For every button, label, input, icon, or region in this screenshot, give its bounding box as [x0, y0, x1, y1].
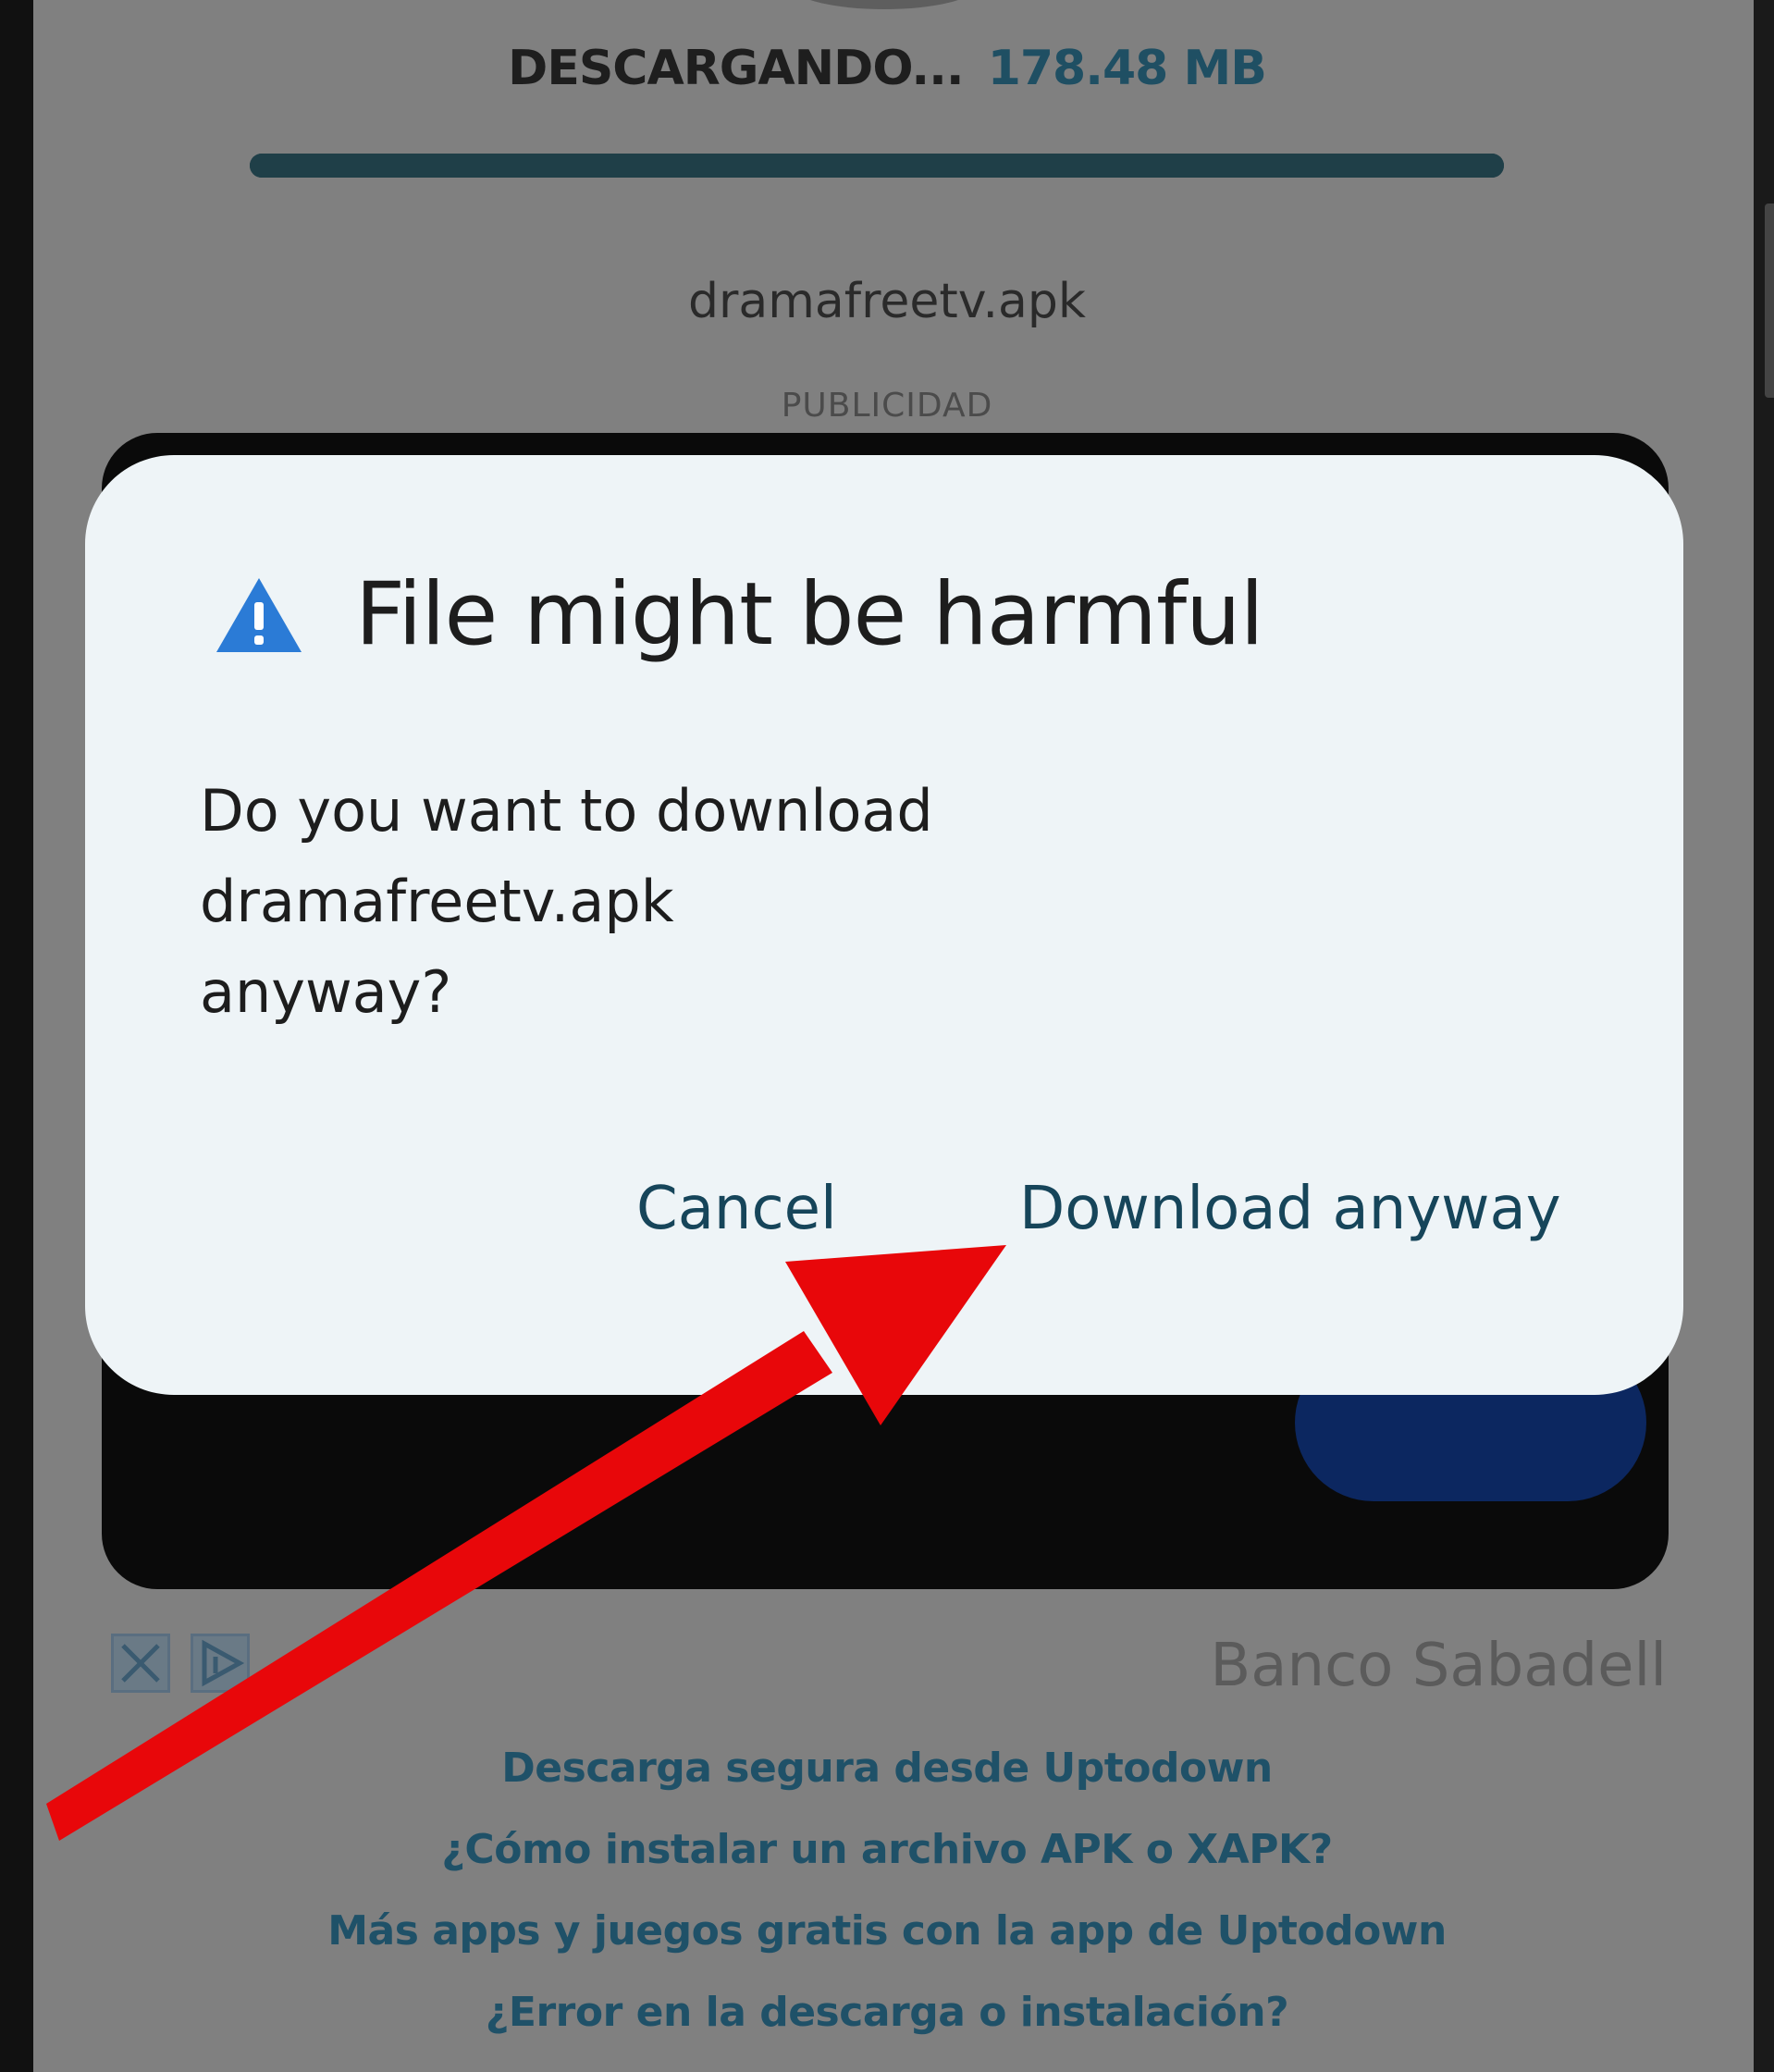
harmful-file-dialog: File might be harmful Do you want to dow…: [85, 455, 1683, 1395]
dialog-message: Do you want to download dramafreetv.apk …: [200, 766, 1125, 1038]
camera-notch: [792, 0, 977, 9]
cancel-button[interactable]: Cancel: [636, 1175, 837, 1243]
ad-brand: Banco Sabadell: [1210, 1632, 1667, 1700]
help-link-safe-download[interactable]: Descarga segura desde Uptodown: [0, 1728, 1774, 1809]
dialog-message-line: dramafreetv.apk: [200, 868, 674, 935]
adchoices-icon[interactable]: [191, 1634, 250, 1693]
download-progress-bar: [250, 154, 1504, 178]
download-anyway-button[interactable]: Download anyway: [1019, 1175, 1561, 1243]
dialog-message-line: Do you want to download: [200, 777, 933, 845]
dialog-message-line: anyway?: [200, 958, 452, 1026]
warning-icon: [216, 577, 302, 652]
download-size: 178.48 MB: [987, 41, 1267, 96]
download-status-label: DESCARGANDO...: [508, 41, 965, 96]
help-link-install-apk[interactable]: ¿Cómo instalar un archivo APK o XAPK?: [0, 1809, 1774, 1891]
close-icon[interactable]: [111, 1634, 170, 1693]
help-links: Descarga segura desde Uptodown ¿Cómo ins…: [0, 1728, 1774, 2054]
dialog-actions: Cancel Download anyway: [85, 1175, 1683, 1267]
dialog-title: File might be harmful: [355, 564, 1264, 665]
download-file-name: dramafreetv.apk: [688, 274, 1086, 329]
help-link-more-apps[interactable]: Más apps y juegos gratis con la app de U…: [0, 1891, 1774, 1972]
ad-label: PUBLICIDAD: [781, 387, 993, 425]
help-link-download-error[interactable]: ¿Error en la descarga o instalación?: [0, 1972, 1774, 2054]
dialog-header: File might be harmful: [215, 564, 1264, 665]
download-status: DESCARGANDO... 178.48 MB: [0, 41, 1774, 96]
download-progress-fill: [250, 154, 1504, 178]
